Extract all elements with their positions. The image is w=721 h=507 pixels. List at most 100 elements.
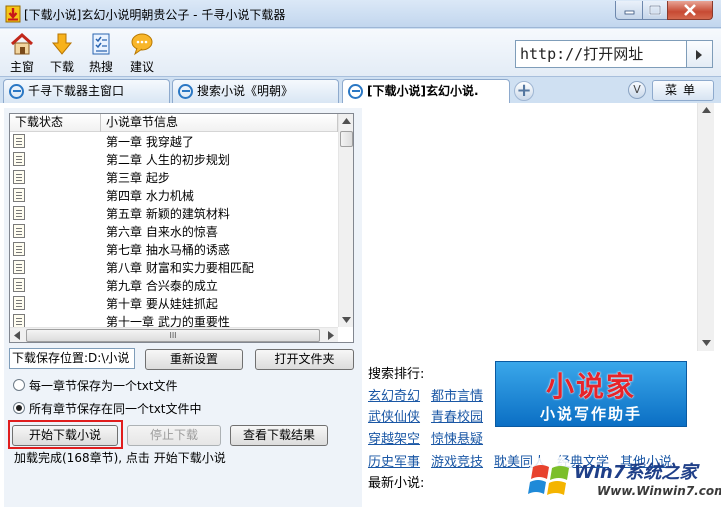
tab-download-novel[interactable]: [下载小说]玄幻小说. <box>342 79 510 104</box>
reset-path-button[interactable]: 重新设置 <box>145 349 243 370</box>
tab-bar: 千寻下载器主窗口 搜索小说《明朝》 [下载小说]玄幻小说. + V 菜单 <box>0 77 721 104</box>
url-input[interactable]: http://打开网址 <box>515 40 687 68</box>
table-row[interactable]: 第六章 自来水的惊喜 <box>10 222 338 240</box>
table-row[interactable]: 第十章 要从娃娃抓起 <box>10 294 338 312</box>
scroll-down-icon[interactable] <box>342 317 351 323</box>
minimize-icon <box>624 10 635 15</box>
open-folder-button[interactable]: 打开文件夹 <box>255 349 354 370</box>
radio-single-file-label[interactable]: 所有章节保存在同一个txt文件中 <box>29 400 202 417</box>
table-row[interactable]: 第七章 抽水马桶的诱惑 <box>10 240 338 258</box>
chapter-title: 第一章 我穿越了 <box>106 135 194 149</box>
ie-globe-icon <box>178 84 193 99</box>
search-ranking-label: 搜索排行: <box>368 367 425 382</box>
toolbar: 主窗 下载 热搜 建议 http://打开网址 <box>0 29 721 77</box>
genre-link[interactable]: 游戏竞技 <box>431 451 483 470</box>
table-row[interactable]: 第九章 合兴泰的成立 <box>10 276 338 294</box>
genre-link[interactable]: 穿越架空 <box>368 428 420 447</box>
document-icon <box>13 152 25 166</box>
column-download-status[interactable]: 下载状态 <box>10 114 101 132</box>
toolbar-home-button[interactable]: 主窗 <box>2 32 42 76</box>
table-row[interactable]: 第一章 我穿越了 <box>10 132 338 150</box>
genre-link[interactable]: 惊悚悬疑 <box>431 428 483 447</box>
ie-globe-icon <box>9 84 24 99</box>
table-row[interactable]: 第八章 财富和实力要相匹配 <box>10 258 338 276</box>
chapter-title: 第六章 自来水的惊喜 <box>106 225 218 239</box>
stop-download-button[interactable]: 停止下载 <box>127 425 221 446</box>
windows-flag-watermark-icon <box>526 455 576 505</box>
title-bar: [下载小说]玄幻小说明朝贵公子 - 千寻小说下载器 <box>0 0 721 28</box>
chapter-title: 第八章 财富和实力要相匹配 <box>106 261 254 275</box>
table-row[interactable]: 第四章 水力机械 <box>10 186 338 204</box>
play-arrow-icon <box>696 50 702 60</box>
scroll-down-icon[interactable] <box>702 340 711 346</box>
checklist-icon <box>92 33 110 55</box>
tab-main-window[interactable]: 千寻下载器主窗口 <box>3 79 170 103</box>
close-button[interactable] <box>667 1 713 20</box>
chapter-title: 第三章 起步 <box>106 171 170 185</box>
vertical-scroll-thumb[interactable] <box>340 131 353 147</box>
column-chapter-info[interactable]: 小说章节信息 <box>101 114 338 132</box>
toolbar-download-label: 下载 <box>49 60 74 74</box>
chapter-list-header: 下载状态 小说章节信息 <box>10 114 338 132</box>
toolbar-download-button[interactable]: 下载 <box>42 32 82 76</box>
latest-novels-label: 最新小说: <box>368 476 425 491</box>
menu-button[interactable]: 菜单 <box>652 80 714 101</box>
toolbar-suggest-button[interactable]: 建议 <box>122 32 162 76</box>
toolbar-hot-search-label: 热搜 <box>88 60 113 74</box>
document-icon <box>13 188 25 202</box>
radio-per-chapter-label[interactable]: 每一章节保存为一个txt文件 <box>29 377 178 394</box>
tab-label: [下载小说]玄幻小说. <box>367 84 479 98</box>
radio-single-file[interactable] <box>13 402 25 414</box>
minimize-button[interactable] <box>615 1 643 20</box>
document-icon <box>13 242 25 256</box>
document-icon <box>13 134 25 148</box>
save-path-field[interactable]: 下载保存位置:D:\小说 <box>9 348 135 369</box>
genre-link[interactable]: 历史军事 <box>368 451 420 470</box>
close-icon <box>684 4 696 16</box>
tab-search-novel[interactable]: 搜索小说《明朝》 <box>172 79 339 103</box>
url-go-button[interactable] <box>687 40 713 68</box>
tab-list-chevron-icon[interactable]: V <box>628 81 646 99</box>
genre-link[interactable]: 玄幻奇幻 <box>368 385 420 404</box>
chapter-title: 第九章 合兴泰的成立 <box>106 279 218 293</box>
toolbar-home-label: 主窗 <box>9 60 34 74</box>
scroll-up-icon[interactable] <box>702 107 711 113</box>
window-title: [下载小说]玄幻小说明朝贵公子 - 千寻小说下载器 <box>24 8 286 22</box>
scroll-left-icon[interactable] <box>14 331 20 340</box>
genre-link[interactable]: 都市言情 <box>431 385 483 404</box>
scroll-right-icon[interactable] <box>328 331 334 340</box>
toolbar-hot-search-button[interactable]: 热搜 <box>81 32 121 76</box>
radio-per-chapter[interactable] <box>13 379 25 391</box>
status-text: 加载完成(168章节), 点击 开始下载小说 <box>14 451 226 465</box>
download-arrow-icon <box>51 33 73 55</box>
scroll-up-icon[interactable] <box>342 118 351 124</box>
genre-link[interactable]: 武侠仙侠 <box>368 406 420 425</box>
chapter-list-vertical-scrollbar[interactable] <box>338 114 353 327</box>
home-icon <box>10 32 34 55</box>
chapter-title: 第四章 水力机械 <box>106 189 194 203</box>
browser-vertical-scrollbar[interactable] <box>697 103 714 351</box>
add-tab-plus-icon[interactable]: + <box>514 81 534 101</box>
tab-label: 千寻下载器主窗口 <box>28 84 125 98</box>
start-download-button[interactable]: 开始下载小说 <box>12 425 118 446</box>
tab-label: 搜索小说《明朝》 <box>197 84 294 98</box>
document-icon <box>13 260 25 274</box>
table-row[interactable]: 第二章 人生的初步规划 <box>10 150 338 168</box>
app-download-icon <box>5 5 21 23</box>
maximize-icon <box>648 4 662 16</box>
chapter-list-horizontal-scrollbar[interactable]: III <box>10 327 338 342</box>
horizontal-scroll-thumb[interactable]: III <box>26 329 320 342</box>
table-row[interactable]: 第三章 起步 <box>10 168 338 186</box>
view-results-button[interactable]: 查看下载结果 <box>230 425 328 446</box>
banner-title: 小说家 <box>545 370 636 403</box>
genre-link[interactable]: 青春校园 <box>431 406 483 425</box>
table-row[interactable]: 第五章 新颖的建筑材料 <box>10 204 338 222</box>
maximize-button[interactable] <box>642 1 668 20</box>
document-icon <box>13 296 25 310</box>
novelist-ad-banner[interactable]: 小说家 小说写作助手 <box>495 361 687 427</box>
chapter-list[interactable]: 下载状态 小说章节信息 第一章 我穿越了 第二章 人生的初步规划 第三章 起步 … <box>9 113 354 343</box>
chapter-title: 第七章 抽水马桶的诱惑 <box>106 243 230 257</box>
document-icon <box>13 170 25 184</box>
toolbar-suggest-label: 建议 <box>129 60 154 74</box>
ie-globe-icon <box>348 84 363 99</box>
